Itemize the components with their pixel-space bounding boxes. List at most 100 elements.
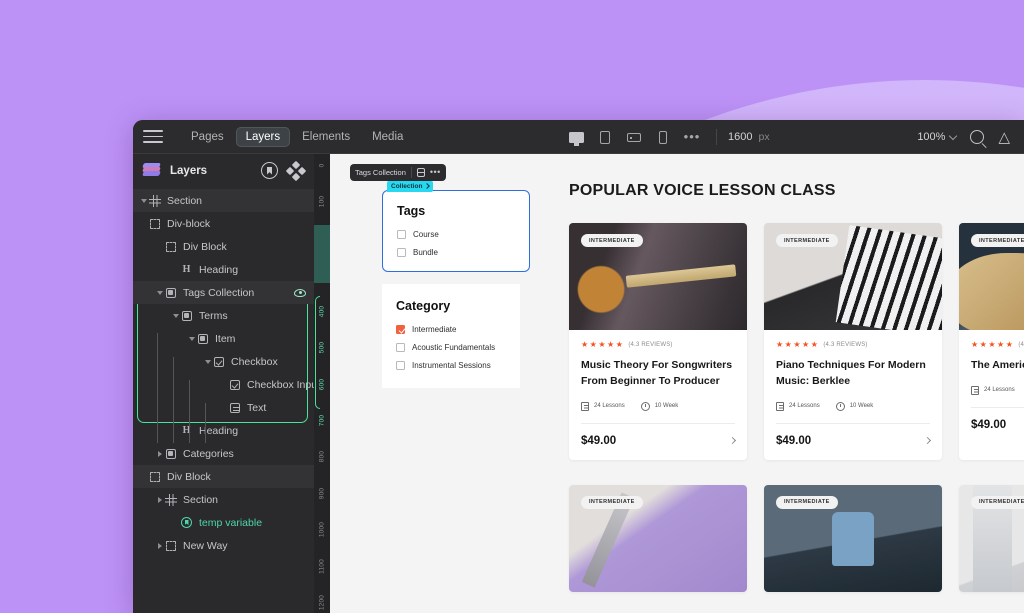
variable-icon bbox=[180, 517, 193, 528]
canvas-width-value[interactable]: 1600 bbox=[728, 131, 752, 143]
heading-icon: H bbox=[182, 424, 191, 436]
disclosure-arrow-icon[interactable] bbox=[155, 543, 164, 549]
bookmark-circle-icon[interactable] bbox=[261, 162, 278, 179]
layer-row-checkbox-input[interactable]: Checkbox Input bbox=[133, 373, 314, 396]
course-meta: 24 Lessons 10 Week bbox=[776, 401, 930, 424]
checkbox-icon[interactable] bbox=[397, 248, 406, 257]
course-title: The American Music, And ... bbox=[971, 359, 1024, 371]
document-icon bbox=[971, 385, 979, 395]
disclosure-arrow-icon[interactable] bbox=[155, 291, 164, 295]
course-card[interactable]: INTERMEDIATE★★★★★(4.3 REVIEWS)The Americ… bbox=[959, 223, 1024, 460]
layer-row-tags-collection[interactable]: Tags Collection bbox=[133, 281, 314, 304]
move-diamond-icon[interactable] bbox=[285, 160, 307, 181]
clock-icon bbox=[835, 401, 845, 411]
rating-stars: ★★★★★(4.3 REVIEWS) bbox=[776, 341, 930, 349]
course-card-body: ★★★★★(4.3 REVIEWS)The American Music, An… bbox=[959, 330, 1024, 408]
layer-row-new-way[interactable]: New Way bbox=[133, 534, 314, 557]
layer-row-categories[interactable]: Categories bbox=[133, 442, 314, 465]
tablet-icon[interactable] bbox=[592, 124, 618, 150]
level-badge: INTERMEDIATE bbox=[971, 234, 1024, 247]
course-card[interactable]: INTERMEDIATE ★ ★ ★ ★ ★ (4.3 REVIEWS) Piano Tech… bbox=[764, 223, 942, 460]
checkbox-icon[interactable] bbox=[396, 343, 405, 352]
layer-row-heading[interactable]: H Heading bbox=[133, 258, 314, 281]
tab-pages[interactable]: Pages bbox=[181, 127, 234, 147]
div-icon bbox=[164, 540, 177, 551]
lessons-meta: 24 Lessons bbox=[581, 401, 625, 411]
database-icon[interactable] bbox=[416, 168, 425, 177]
document-icon bbox=[776, 401, 784, 411]
hamburger-icon[interactable] bbox=[143, 130, 163, 143]
star-icon: ★ bbox=[784, 340, 792, 349]
layer-row-temp-variable[interactable]: temp variable bbox=[133, 511, 314, 534]
desktop-icon[interactable] bbox=[563, 124, 589, 150]
ruler-tick: 700 bbox=[318, 414, 326, 427]
ruler-tick: 1200 bbox=[318, 595, 326, 611]
div-icon bbox=[148, 471, 161, 482]
category-option-instrumental[interactable]: Instrumental Sessions bbox=[396, 361, 506, 370]
tablet-landscape-icon[interactable] bbox=[621, 124, 647, 150]
design-canvas[interactable]: Tags Collection ••• Collection Tags Cour… bbox=[330, 154, 1024, 613]
review-count: (4.3 REVIEWS) bbox=[1018, 342, 1024, 348]
tags-option-bundle[interactable]: Bundle bbox=[397, 248, 515, 257]
collection-badge[interactable]: Collection bbox=[387, 181, 434, 192]
disclosure-arrow-icon[interactable] bbox=[187, 337, 196, 341]
course-card[interactable]: INTERMEDIATE bbox=[569, 484, 747, 592]
ruler-tick: 900 bbox=[318, 487, 326, 500]
vertical-ruler: 0100200300400500600700800900100011001200 bbox=[314, 154, 330, 613]
checkbox-icon[interactable] bbox=[396, 361, 405, 370]
layer-row-div-block[interactable]: Div Block bbox=[133, 235, 314, 258]
tags-option-course[interactable]: Course bbox=[397, 230, 515, 239]
visibility-eye-icon[interactable] bbox=[294, 288, 306, 297]
checkbox-icon[interactable] bbox=[397, 230, 406, 239]
category-option-acoustic[interactable]: Acoustic Fundamentals bbox=[396, 343, 506, 352]
layer-row-section[interactable]: Section bbox=[133, 189, 314, 212]
course-card-body: ★ ★ ★ ★ ★ (4.3 REVIEWS) Music Theory For Songw… bbox=[569, 330, 747, 424]
layer-row-heading[interactable]: H Heading bbox=[133, 419, 314, 442]
ruler-tick: 0 bbox=[318, 163, 326, 168]
course-title: Music Theory For Songwriters From Beginn… bbox=[581, 359, 733, 387]
disclosure-arrow-icon[interactable] bbox=[139, 199, 148, 203]
layer-label: Section bbox=[167, 194, 203, 207]
course-thumbnail: INTERMEDIATE bbox=[959, 484, 1024, 592]
ruler-tick: 1100 bbox=[318, 558, 326, 574]
star-icon: ★ bbox=[988, 340, 996, 349]
disclosure-arrow-icon[interactable] bbox=[155, 497, 164, 503]
warning-icon[interactable]: △ bbox=[998, 130, 1010, 145]
tab-media[interactable]: Media bbox=[362, 127, 413, 147]
course-card[interactable]: INTERMEDIATE bbox=[764, 484, 942, 592]
more-icon[interactable]: ••• bbox=[430, 168, 441, 177]
checkbox-icon bbox=[212, 356, 225, 367]
category-filter-card: Category Intermediate Acoustic Fundament… bbox=[382, 284, 520, 388]
disclosure-arrow-icon[interactable] bbox=[171, 314, 180, 318]
search-icon[interactable] bbox=[970, 130, 985, 144]
more-devices-icon[interactable]: ••• bbox=[679, 124, 705, 150]
duration-meta: 10 Week bbox=[640, 401, 678, 411]
category-option-label: Instrumental Sessions bbox=[412, 361, 491, 370]
checkbox-checked-icon[interactable] bbox=[396, 325, 405, 334]
course-thumbnail: INTERMEDIATE bbox=[764, 484, 942, 592]
duration-meta: 10 Week bbox=[835, 401, 873, 411]
tags-filter-card: Tags Course Bundle bbox=[382, 190, 530, 272]
layer-row-section[interactable]: Section bbox=[133, 488, 314, 511]
layer-row-text[interactable]: Text bbox=[133, 396, 314, 419]
mobile-icon[interactable] bbox=[650, 124, 676, 150]
disclosure-arrow-icon[interactable] bbox=[155, 451, 164, 457]
category-option-intermediate[interactable]: Intermediate bbox=[396, 325, 506, 334]
course-card[interactable]: INTERMEDIATE ★ ★ ★ ★ ★ (4.3 REVIEWS) Music Theo… bbox=[569, 223, 747, 460]
layer-row-item[interactable]: Item bbox=[133, 327, 314, 350]
disclosure-arrow-icon[interactable] bbox=[203, 360, 212, 364]
chevron-right-icon[interactable] bbox=[728, 436, 737, 445]
zoom-control[interactable]: 100% bbox=[917, 131, 958, 143]
chevron-right-icon[interactable] bbox=[923, 436, 932, 445]
course-card[interactable]: INTERMEDIATE bbox=[959, 484, 1024, 592]
layer-row-terms[interactable]: Terms bbox=[133, 304, 314, 327]
layer-row-div-block[interactable]: Div-block bbox=[133, 212, 314, 235]
layer-row-checkbox[interactable]: Checkbox bbox=[133, 350, 314, 373]
layer-row-div-block[interactable]: Div Block bbox=[133, 465, 314, 488]
category-option-label: Intermediate bbox=[412, 325, 457, 334]
tab-layers[interactable]: Layers bbox=[235, 126, 291, 147]
tab-elements[interactable]: Elements bbox=[292, 127, 360, 147]
course-price: $49.00 bbox=[971, 418, 1007, 431]
star-icon: ★ bbox=[810, 340, 818, 349]
main-nav-tabs: Pages Layers Elements Media bbox=[181, 126, 413, 147]
